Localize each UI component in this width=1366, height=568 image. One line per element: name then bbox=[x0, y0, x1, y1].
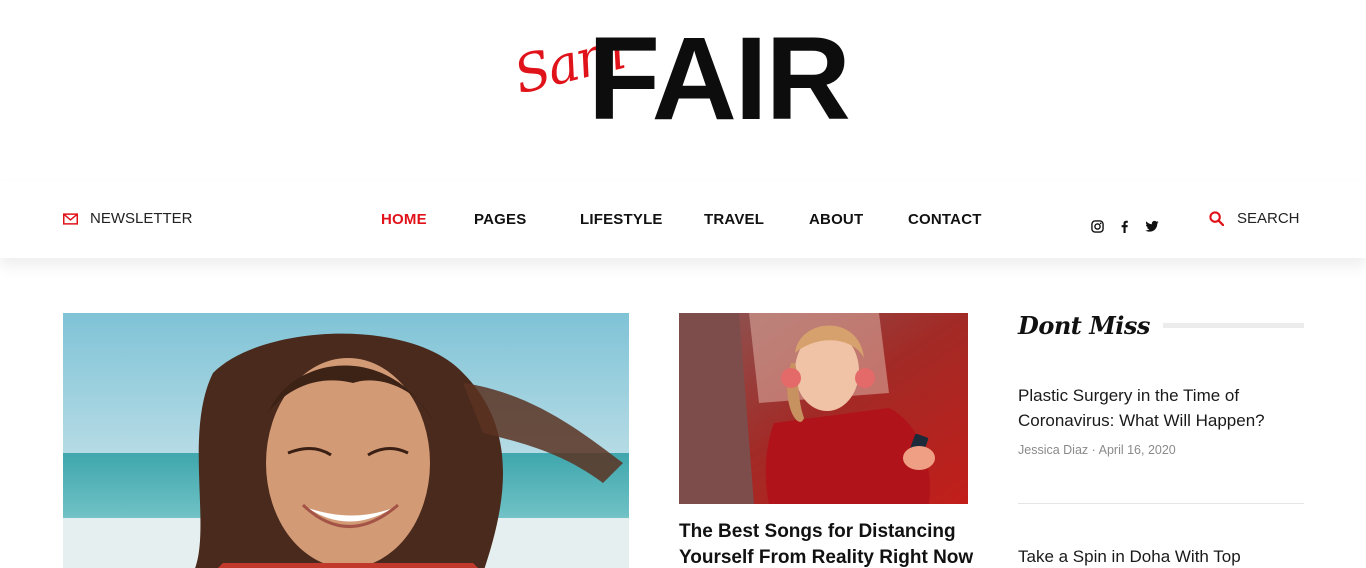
nav-travel[interactable]: TRAVEL bbox=[704, 211, 764, 228]
search-toggle[interactable]: SEARCH bbox=[1209, 210, 1300, 227]
nav-lifestyle[interactable]: LIFESTYLE bbox=[580, 211, 663, 228]
sidebar-article: Plastic Surgery in the Time of Coronavir… bbox=[1018, 383, 1308, 457]
search-icon bbox=[1209, 211, 1224, 226]
heading-divider bbox=[1163, 323, 1304, 328]
dont-miss-heading: Dont Miss bbox=[1018, 311, 1150, 340]
sidebar-article: Take a Spin in Doha With Top bbox=[1018, 544, 1308, 568]
article-date: April 16, 2020 bbox=[1098, 443, 1176, 457]
article-author[interactable]: Jessica Diaz bbox=[1018, 443, 1088, 457]
meta-separator: · bbox=[1091, 443, 1096, 457]
sidebar-article-title[interactable]: Plastic Surgery in the Time of Coronavir… bbox=[1018, 383, 1308, 433]
facebook-icon[interactable] bbox=[1118, 220, 1132, 234]
twitter-icon[interactable] bbox=[1145, 220, 1159, 234]
sidebar-article-title[interactable]: Take a Spin in Doha With Top bbox=[1018, 544, 1308, 568]
logo-word: FAIR bbox=[588, 13, 851, 145]
featured-article-title[interactable]: The Best Songs for Distancing Yourself F… bbox=[679, 519, 979, 568]
newsletter-link[interactable]: NEWSLETTER bbox=[63, 210, 193, 227]
search-label: SEARCH bbox=[1237, 210, 1300, 227]
nav-home[interactable]: HOME bbox=[381, 211, 427, 228]
featured-article-image[interactable] bbox=[679, 313, 968, 504]
social-links bbox=[1091, 220, 1159, 234]
instagram-icon[interactable] bbox=[1091, 220, 1105, 234]
main-navbar: NEWSLETTER HOME PAGES LIFESTYLE TRAVEL A… bbox=[0, 182, 1366, 258]
site-logo[interactable]: Sam FAIR bbox=[508, 20, 868, 138]
hero-photo bbox=[63, 313, 629, 568]
sidebar-article-meta: Jessica Diaz · April 16, 2020 bbox=[1018, 443, 1308, 457]
article-divider bbox=[1018, 503, 1304, 504]
newsletter-label: NEWSLETTER bbox=[90, 210, 193, 227]
featured-photo bbox=[679, 313, 968, 504]
hero-image[interactable] bbox=[63, 313, 629, 568]
nav-about[interactable]: ABOUT bbox=[809, 211, 863, 228]
nav-pages[interactable]: PAGES bbox=[474, 211, 526, 228]
mail-icon bbox=[63, 212, 78, 225]
nav-contact[interactable]: CONTACT bbox=[908, 211, 982, 228]
